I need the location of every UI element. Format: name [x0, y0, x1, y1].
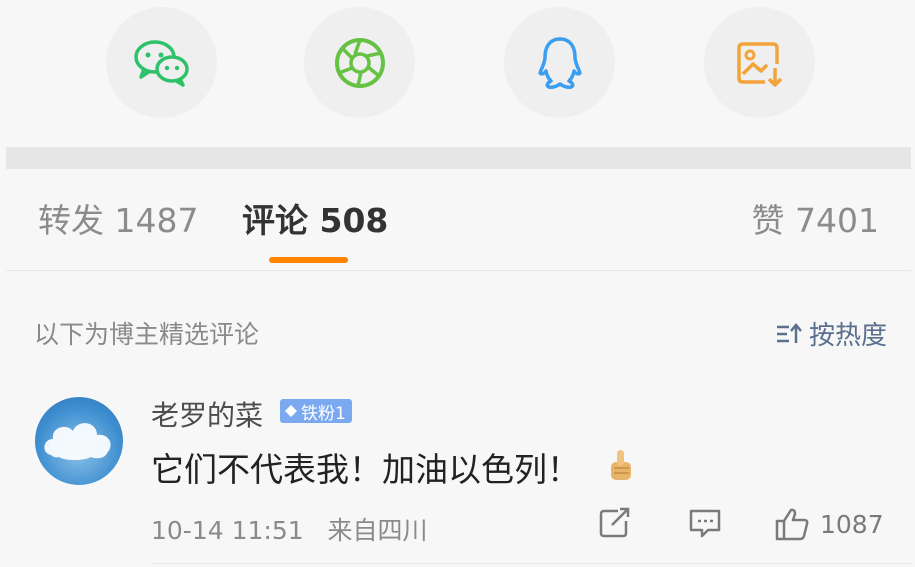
- thumbs-up-emoji: [611, 450, 631, 480]
- comment-username[interactable]: 老罗的菜: [151, 394, 263, 434]
- tab-comment[interactable]: 评论 508: [242, 201, 388, 241]
- share-panel: [6, 0, 911, 147]
- comment-text: 它们不代表我！加油以色列！: [151, 450, 580, 489]
- share-qq-button[interactable]: [504, 7, 615, 118]
- reply-comment-button[interactable]: [688, 507, 722, 539]
- tab-like[interactable]: 赞 7401: [752, 201, 879, 241]
- wechat-icon: [133, 39, 189, 87]
- comment-time: 10-14 11:51: [151, 516, 304, 545]
- cloud-avatar-image: [44, 423, 111, 460]
- diamond-icon: [285, 405, 297, 417]
- thumbs-up-icon: [775, 508, 809, 541]
- comments-section: 以下为博主精选评论 按热度 老罗的菜 铁粉1 它们不代表我！加油以色列！ 10-…: [6, 271, 911, 567]
- tab-repost[interactable]: 转发 1487: [38, 201, 198, 241]
- comment-bubble-icon: [689, 509, 721, 538]
- sort-icon: [776, 322, 802, 343]
- sort-label: 按热度: [808, 321, 887, 351]
- like-comment-button[interactable]: 1087: [774, 507, 884, 541]
- featured-comments-notice: 以下为博主精选评论: [34, 320, 260, 349]
- comment-divider: [151, 563, 911, 564]
- repost-comment-button[interactable]: [598, 507, 632, 539]
- comment-meta: 10-14 11:51 来自四川: [151, 511, 428, 547]
- fan-badge: 铁粉1: [280, 399, 352, 424]
- moments-icon: [334, 37, 385, 88]
- share-moments-button[interactable]: [304, 7, 415, 118]
- section-divider: [6, 147, 911, 169]
- fan-badge-label: 铁粉1: [301, 403, 346, 424]
- qq-icon: [537, 36, 582, 89]
- save-image-icon: [736, 41, 782, 87]
- active-tab-indicator: [269, 257, 348, 263]
- share-wechat-button[interactable]: [106, 7, 217, 118]
- save-image-button[interactable]: [704, 7, 815, 118]
- sort-by-hot-button[interactable]: 按热度: [775, 315, 887, 352]
- avatar[interactable]: [35, 397, 123, 485]
- like-count: 1087: [820, 509, 884, 539]
- interaction-tabs: 转发 1487 评论 508 赞 7401: [6, 169, 911, 271]
- comment-source: 来自四川: [327, 516, 428, 545]
- share-square-icon: [599, 507, 630, 538]
